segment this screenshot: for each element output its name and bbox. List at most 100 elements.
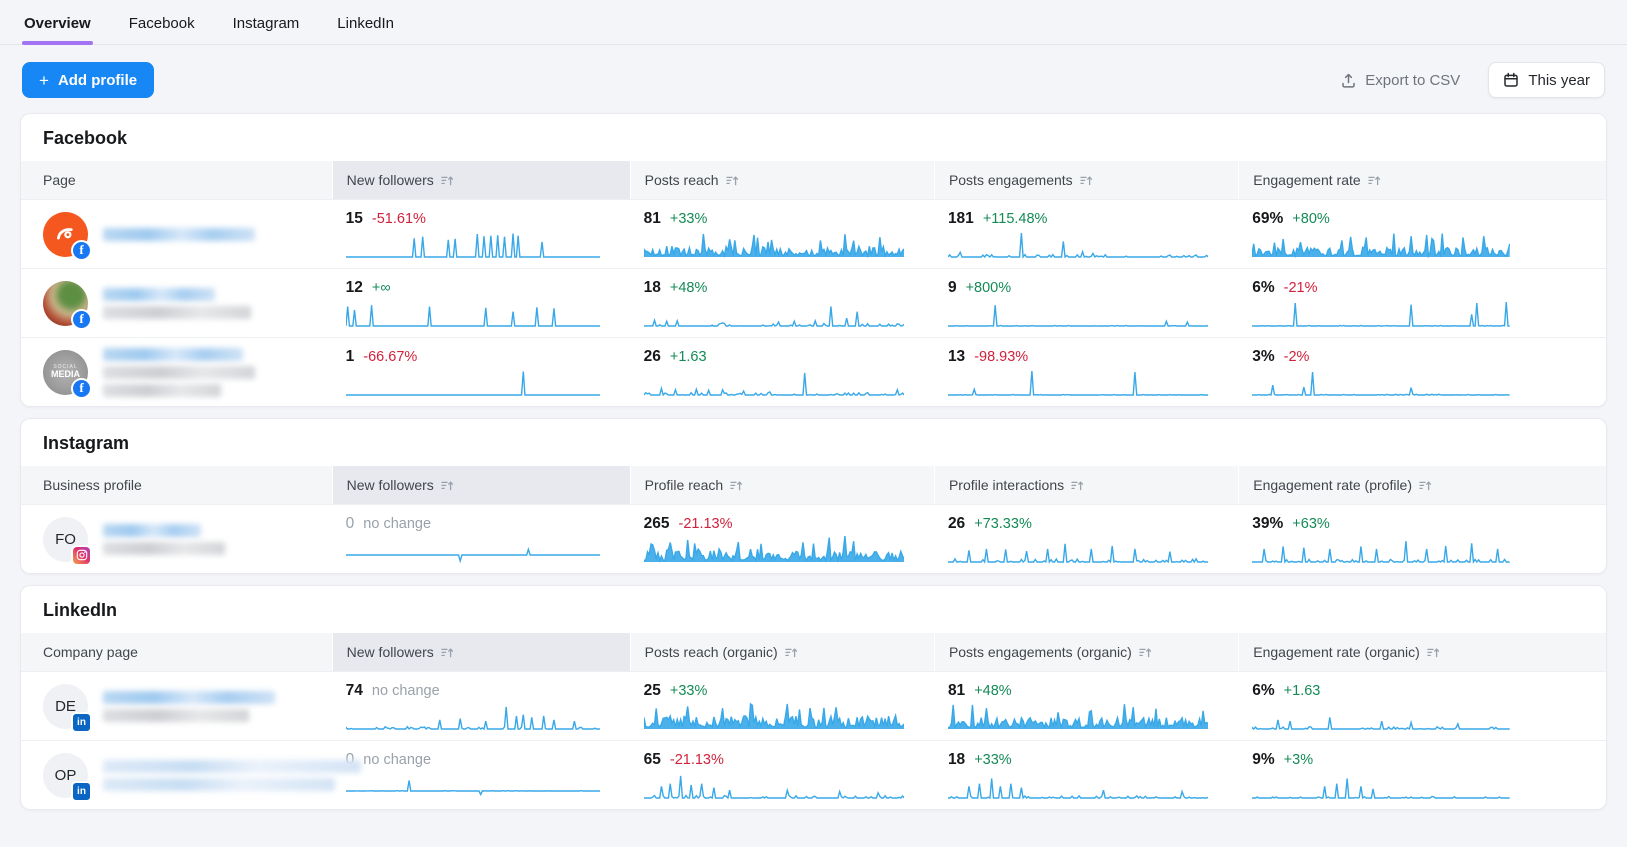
- column-header-new-followers[interactable]: New followers: [332, 161, 630, 199]
- sort-icon[interactable]: [726, 174, 739, 187]
- column-header-label: Engagement rate (profile): [1253, 477, 1412, 493]
- sparkline-chart: [346, 229, 600, 259]
- sort-icon[interactable]: [785, 646, 798, 659]
- redacted-profile-name[interactable]: [103, 345, 255, 399]
- redacted-profile-name[interactable]: [103, 757, 361, 793]
- column-header-label: Page: [43, 172, 76, 188]
- metric-value-line: 0no change: [346, 515, 630, 533]
- metric-value: 74: [346, 682, 363, 700]
- column-header-label: Engagement rate: [1253, 172, 1360, 188]
- section-title-instagram: Instagram: [21, 419, 1606, 466]
- tab-linkedin[interactable]: LinkedIn: [335, 15, 396, 44]
- avatar-text-small: SOCIAL: [53, 365, 77, 370]
- profile-avatar: FO: [43, 517, 88, 562]
- sort-icon[interactable]: [730, 479, 743, 492]
- tab-facebook[interactable]: Facebook: [127, 15, 197, 44]
- metric-cell-posts-reach: 26 +1.63: [630, 338, 934, 406]
- tab-instagram[interactable]: Instagram: [231, 15, 302, 44]
- metric-cell-new-followers: 12+∞: [332, 269, 630, 337]
- sort-icon[interactable]: [1419, 479, 1432, 492]
- metric-cell-posts-engagements: 13-98.93%: [934, 338, 1238, 406]
- metric-cell-profile-interactions: 26+73.33%: [934, 505, 1238, 573]
- metric-value-line: 81+48%: [948, 682, 1238, 700]
- metric-change: +1.63: [670, 349, 707, 365]
- metric-cell-posts-engagements: 181+115.48%: [934, 200, 1238, 268]
- metric-value-line: 18+48%: [644, 279, 934, 297]
- column-header-profile-interactions[interactable]: Profile interactions: [934, 466, 1238, 504]
- metric-change: +48%: [974, 683, 1012, 699]
- redacted-profile-name[interactable]: [103, 521, 225, 557]
- sort-icon[interactable]: [441, 174, 454, 187]
- table-row: DEin74no change25+33%81+48%6%+1.63: [21, 671, 1606, 740]
- metric-cell-new-followers: 1-66.67%: [332, 338, 630, 406]
- sort-icon[interactable]: [441, 646, 454, 659]
- redacted-name-line: [103, 542, 225, 555]
- metric-value-line: 15-51.61%: [346, 210, 630, 228]
- metric-cell-posts-engagements-organic: 81+48%: [934, 672, 1238, 740]
- column-header-engagement-rate-profile[interactable]: Engagement rate (profile): [1238, 466, 1606, 504]
- column-header-posts-engagements[interactable]: Posts engagements: [934, 161, 1238, 199]
- metric-cell-engagement-rate: 69% +80%: [1238, 200, 1606, 268]
- metric-value: 6%: [1252, 279, 1274, 297]
- redacted-profile-name[interactable]: [103, 688, 275, 724]
- metric-change: +3%: [1284, 752, 1313, 768]
- metric-value-line: 12+∞: [346, 279, 630, 297]
- column-header-posts-engagements-organic[interactable]: Posts engagements (organic): [934, 633, 1238, 671]
- metric-value-line: 18+33%: [948, 751, 1238, 769]
- metric-value: 25: [644, 682, 661, 700]
- sort-icon[interactable]: [1368, 174, 1381, 187]
- table-row: f12+∞18+48%9+800%6%-21%: [21, 268, 1606, 337]
- tab-overview[interactable]: Overview: [22, 15, 93, 44]
- metric-value-line: 181+115.48%: [948, 210, 1238, 228]
- column-header-posts-reach[interactable]: Posts reach: [630, 161, 934, 199]
- metric-cell-profile-reach: 265-21.13%: [630, 505, 934, 573]
- metric-value: 81: [644, 210, 661, 228]
- sparkline-chart: [948, 229, 1208, 259]
- column-header-new-followers[interactable]: New followers: [332, 633, 630, 671]
- sparkline-chart: [644, 701, 904, 731]
- sort-icon[interactable]: [1139, 646, 1152, 659]
- tab-bar: Overview Facebook Instagram LinkedIn: [0, 0, 1627, 45]
- column-header-engagement-rate[interactable]: Engagement rate: [1238, 161, 1606, 199]
- metric-value: 1: [346, 348, 355, 366]
- plus-icon: +: [39, 72, 49, 89]
- linkedin-badge-icon: in: [71, 712, 92, 733]
- toolbar: + Add profile Export to CSV This year: [22, 62, 1605, 98]
- metric-change: -2%: [1284, 349, 1310, 365]
- metric-change: +80%: [1292, 211, 1330, 227]
- metric-value: 69%: [1252, 210, 1283, 228]
- metric-value-line: 13-98.93%: [948, 348, 1238, 366]
- column-header-label: Profile reach: [645, 477, 724, 493]
- metric-cell-new-followers: 0no change: [332, 505, 630, 573]
- metric-value-line: 1-66.67%: [346, 348, 630, 366]
- sort-icon[interactable]: [1080, 174, 1093, 187]
- metric-cell-posts-reach: 18+48%: [630, 269, 934, 337]
- sort-icon[interactable]: [1071, 479, 1084, 492]
- column-header-engagement-rate-organic[interactable]: Engagement rate (organic): [1238, 633, 1606, 671]
- facebook-section: FacebookPageNew followersPosts reachPost…: [20, 113, 1607, 407]
- sparkline-chart: [644, 770, 904, 800]
- sort-icon[interactable]: [1427, 646, 1440, 659]
- redacted-profile-name[interactable]: [103, 225, 255, 243]
- export-to-csv-button[interactable]: Export to CSV: [1334, 71, 1466, 90]
- sparkline-chart: [1252, 367, 1510, 397]
- metric-value-line: 81+33%: [644, 210, 934, 228]
- column-header-new-followers[interactable]: New followers: [332, 466, 630, 504]
- metric-value-line: 26+73.33%: [948, 515, 1238, 533]
- column-header-posts-reach-organic[interactable]: Posts reach (organic): [630, 633, 934, 671]
- redacted-profile-name[interactable]: [103, 285, 251, 321]
- metric-value: 65: [644, 751, 661, 769]
- metric-cell-engagement-rate-profile: 39% +63%: [1238, 505, 1606, 573]
- metric-change: +63%: [1292, 516, 1330, 532]
- column-header-profile-reach[interactable]: Profile reach: [630, 466, 934, 504]
- sort-icon[interactable]: [441, 479, 454, 492]
- metric-value: 39%: [1252, 515, 1283, 533]
- profile-avatar: f: [43, 212, 88, 257]
- add-profile-button[interactable]: + Add profile: [22, 62, 154, 98]
- redacted-name-line: [103, 306, 251, 319]
- sparkline-chart: [948, 701, 1208, 731]
- metric-value-line: 25+33%: [644, 682, 934, 700]
- metric-value: 26: [644, 348, 661, 366]
- profile-avatar: f: [43, 281, 88, 326]
- date-range-button[interactable]: This year: [1488, 62, 1605, 98]
